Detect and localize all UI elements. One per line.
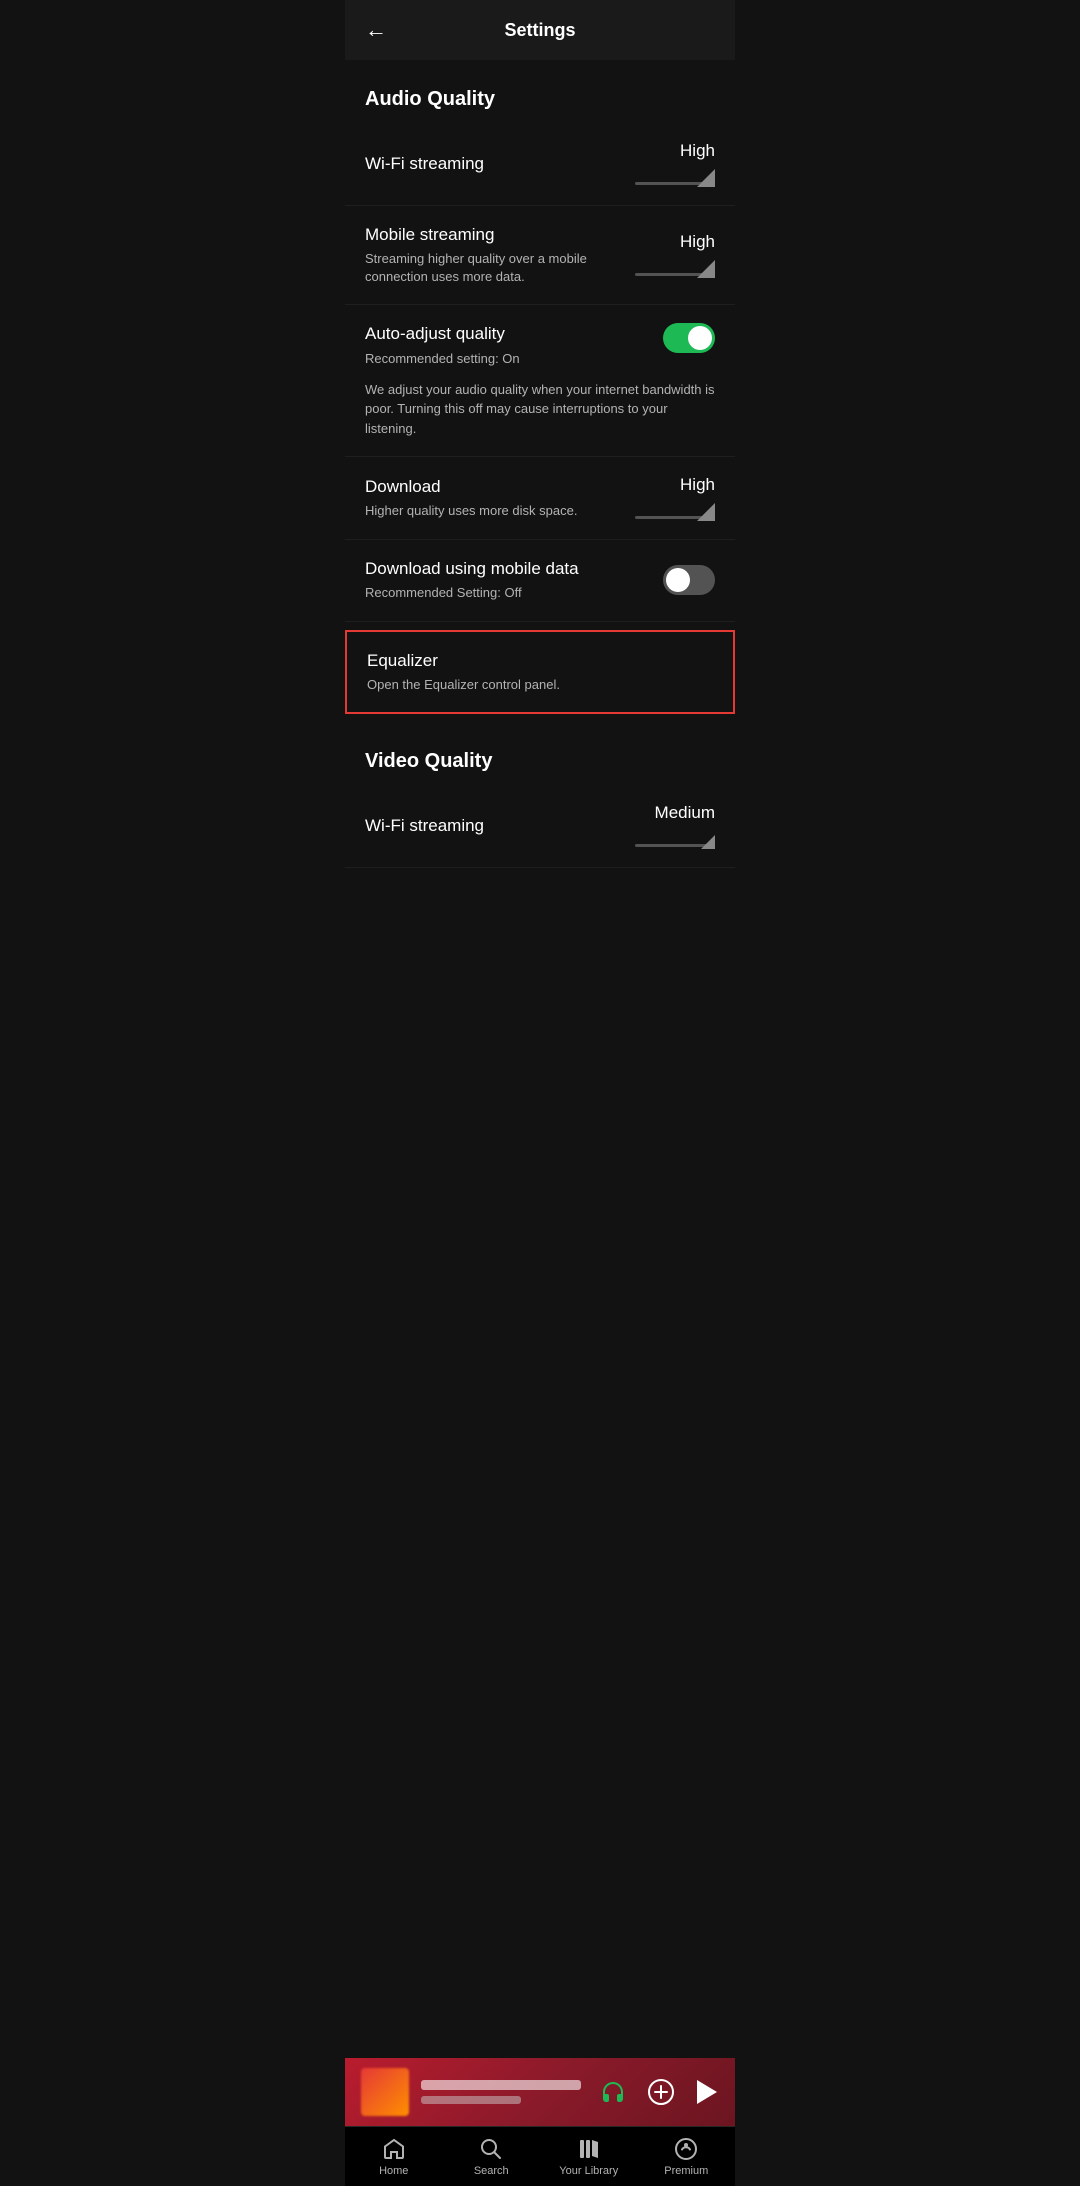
quality-triangle-high-3 (697, 503, 715, 521)
video-quality-heading: Video Quality (345, 722, 735, 785)
auto-adjust-label: Auto-adjust quality (365, 323, 647, 345)
now-playing-artist (421, 2096, 521, 2104)
video-wifi-streaming-left: Wi-Fi streaming (365, 815, 615, 837)
now-playing-title (421, 2080, 581, 2090)
download-sublabel: Higher quality uses more disk space. (365, 502, 599, 520)
auto-adjust-row[interactable]: Auto-adjust quality Recommended setting:… (345, 305, 735, 379)
add-icon[interactable] (647, 2078, 675, 2106)
download-mobile-row[interactable]: Download using mobile data Recommended S… (345, 540, 735, 621)
now-playing-controls (599, 2078, 719, 2106)
wifi-streaming-label: Wi-Fi streaming (365, 153, 599, 175)
video-wifi-streaming-label: Wi-Fi streaming (365, 815, 599, 837)
page-title: Settings (504, 20, 575, 41)
equalizer-sublabel: Open the Equalizer control panel. (367, 676, 713, 694)
toggle-slider-on (663, 323, 715, 353)
mobile-streaming-left: Mobile streaming Streaming higher qualit… (365, 224, 615, 286)
mobile-streaming-bar (635, 258, 715, 278)
equalizer-label: Equalizer (367, 650, 713, 672)
nav-item-library[interactable]: Your Library (540, 2129, 638, 2185)
mobile-streaming-selector[interactable]: High (615, 232, 715, 278)
mobile-streaming-label: Mobile streaming (365, 224, 599, 246)
download-mobile-toggle[interactable] (663, 565, 715, 595)
now-playing-bar[interactable] (345, 2058, 735, 2126)
content: Audio Quality Wi-Fi streaming High Mobil… (345, 60, 735, 998)
download-label: Download (365, 476, 599, 498)
auto-adjust-sublabel: Recommended setting: On (365, 350, 647, 368)
quality-triangle-high-2 (697, 260, 715, 278)
video-wifi-streaming-row[interactable]: Wi-Fi streaming Medium (345, 785, 735, 868)
wifi-streaming-selector[interactable]: High (615, 141, 715, 187)
download-mobile-label: Download using mobile data (365, 558, 647, 580)
wifi-streaming-bar (635, 167, 715, 187)
now-playing-thumbnail (361, 2068, 409, 2116)
download-bar (635, 501, 715, 521)
search-icon (479, 2137, 503, 2161)
auto-adjust-left: Auto-adjust quality Recommended setting:… (365, 323, 663, 367)
audio-quality-heading: Audio Quality (345, 60, 735, 123)
toggle-knob-off (666, 568, 690, 592)
nav-search-label: Search (474, 2165, 509, 2177)
toggle-knob-on (688, 326, 712, 350)
back-button[interactable]: ← (365, 17, 405, 43)
toggle-slider-off (663, 565, 715, 595)
premium-icon (674, 2137, 698, 2161)
nav-premium-label: Premium (664, 2165, 708, 2177)
mobile-streaming-row[interactable]: Mobile streaming Streaming higher qualit… (345, 206, 735, 305)
video-wifi-streaming-value: Medium (655, 803, 715, 823)
download-left: Download Higher quality uses more disk s… (365, 476, 615, 520)
mobile-streaming-value: High (680, 232, 715, 252)
download-selector[interactable]: High (615, 475, 715, 521)
mobile-streaming-sublabel: Streaming higher quality over a mobile c… (365, 250, 599, 286)
quality-triangle-high (697, 169, 715, 187)
nav-home-label: Home (379, 2165, 408, 2177)
library-icon (577, 2137, 601, 2161)
video-wifi-streaming-selector[interactable]: Medium (615, 803, 715, 849)
wifi-streaming-left: Wi-Fi streaming (365, 153, 615, 175)
now-playing-info (421, 2080, 599, 2104)
video-wifi-streaming-bar (635, 829, 715, 849)
auto-adjust-description: We adjust your audio quality when your i… (345, 380, 735, 458)
play-icon[interactable] (695, 2078, 719, 2106)
equalizer-row[interactable]: Equalizer Open the Equalizer control pan… (345, 630, 735, 714)
download-value: High (680, 475, 715, 495)
download-mobile-sublabel: Recommended Setting: Off (365, 584, 647, 602)
bottom-nav: Home Search Your Library (345, 2126, 735, 2186)
nav-item-home[interactable]: Home (345, 2129, 443, 2185)
wifi-streaming-row[interactable]: Wi-Fi streaming High (345, 123, 735, 206)
download-mobile-left: Download using mobile data Recommended S… (365, 558, 663, 602)
nav-item-search[interactable]: Search (443, 2129, 541, 2185)
headphones-icon[interactable] (599, 2079, 627, 2105)
header: ← Settings (345, 0, 735, 60)
auto-adjust-toggle[interactable] (663, 323, 715, 353)
home-icon (382, 2137, 406, 2161)
nav-library-label: Your Library (559, 2165, 618, 2177)
wifi-streaming-value: High (680, 141, 715, 161)
nav-item-premium[interactable]: Premium (638, 2129, 736, 2185)
download-row[interactable]: Download Higher quality uses more disk s… (345, 457, 735, 540)
quality-triangle-medium (701, 835, 715, 849)
